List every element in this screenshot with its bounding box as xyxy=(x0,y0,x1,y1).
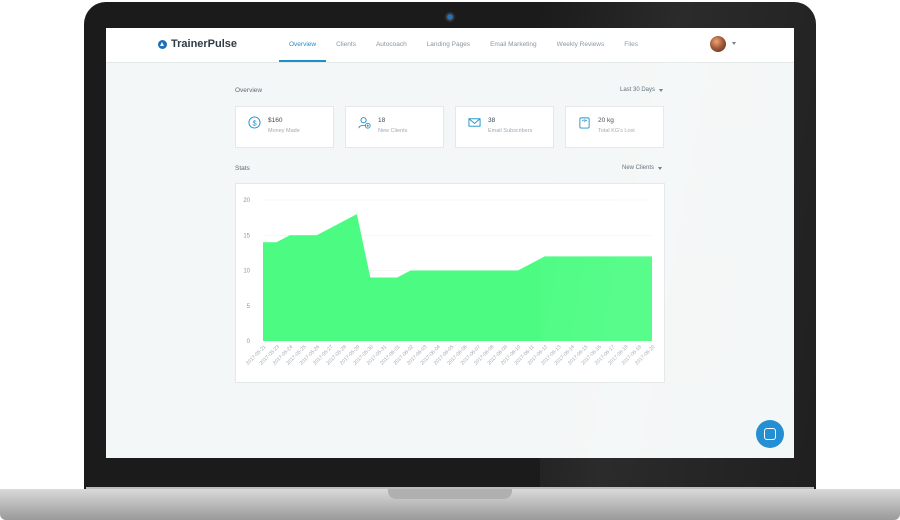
laptop-notch xyxy=(388,489,512,499)
app-screen: TrainerPulse Overview Clients Autocoach Lan… xyxy=(106,28,794,458)
svg-text:$: $ xyxy=(252,118,256,127)
money-made-value: $160 xyxy=(268,117,283,124)
nav-link-autocoach[interactable]: Autocoach xyxy=(366,28,417,62)
new-clients-value: 18 xyxy=(378,117,386,124)
email-subscribers-label: Email Subscribers xyxy=(488,128,533,134)
y-tick-label: 5 xyxy=(247,304,251,310)
metric-label: New Clients xyxy=(622,165,655,171)
trainerpulse-logo-icon xyxy=(158,39,167,49)
nav-link-landing-pages[interactable]: Landing Pages xyxy=(417,28,480,62)
nav-link-clients[interactable]: Clients xyxy=(326,28,366,62)
nav-link-weekly-reviews[interactable]: Weekly Reviews xyxy=(547,28,615,62)
y-tick-label: 10 xyxy=(243,269,250,275)
add-user-icon xyxy=(358,117,371,129)
app-logo[interactable]: TrainerPulse xyxy=(158,38,237,50)
kg-lost-value: 20 kg xyxy=(598,117,614,124)
chevron-down-icon[interactable] xyxy=(732,42,736,45)
chevron-down-icon xyxy=(658,166,663,170)
y-tick-label: 20 xyxy=(243,198,250,204)
stat-card-subscribers: 38 Email Subscribers xyxy=(455,106,554,148)
money-made-label: Money Made xyxy=(268,128,300,134)
webcam-icon xyxy=(447,14,453,20)
metric-dropdown[interactable]: New Clients xyxy=(622,165,663,171)
y-tick-label: 0 xyxy=(247,339,251,345)
envelope-icon xyxy=(468,118,481,127)
date-range-label: Last 30 Days xyxy=(620,87,656,93)
app-logo-text: TrainerPulse xyxy=(171,38,238,50)
date-range-dropdown[interactable]: Last 30 Days xyxy=(620,87,664,93)
main-nav: Overview Clients Autocoach Landing Pages Ema… xyxy=(279,28,648,62)
stat-card-money: $ $160 Money Made xyxy=(235,106,334,148)
series-area xyxy=(263,214,652,341)
overview-title: Overview xyxy=(235,87,263,94)
area-chart: 051015202017-05-212017-05-232017-05-2420… xyxy=(243,198,656,367)
stat-card-weight: 20 kg Total KG's Lost xyxy=(565,106,664,148)
stat-card-clients: 18 New Clients xyxy=(345,106,444,148)
nav-link-email-marketing[interactable]: Email Marketing xyxy=(480,28,547,62)
nav-link-files[interactable]: Files xyxy=(614,28,648,62)
chat-button[interactable] xyxy=(756,420,784,448)
chevron-down-icon xyxy=(659,88,664,92)
new-clients-label: New Clients xyxy=(378,128,408,134)
user-avatar[interactable] xyxy=(710,36,726,52)
stats-title: Stats xyxy=(235,165,250,172)
top-navbar: TrainerPulse Overview Clients Autocoach Lan… xyxy=(106,28,794,63)
dollar-icon: $ xyxy=(248,116,261,129)
stats-chart: 0 5 10 15 20 2017-05-21 2017-05-23 2017-05-24 20… xyxy=(235,183,665,383)
nav-link-overview[interactable]: Overview xyxy=(279,28,327,62)
scale-icon xyxy=(579,117,590,129)
kg-lost-label: Total KG's Lost xyxy=(598,128,635,134)
email-subscribers-value: 38 xyxy=(488,117,496,124)
y-tick-label: 15 xyxy=(243,233,250,239)
